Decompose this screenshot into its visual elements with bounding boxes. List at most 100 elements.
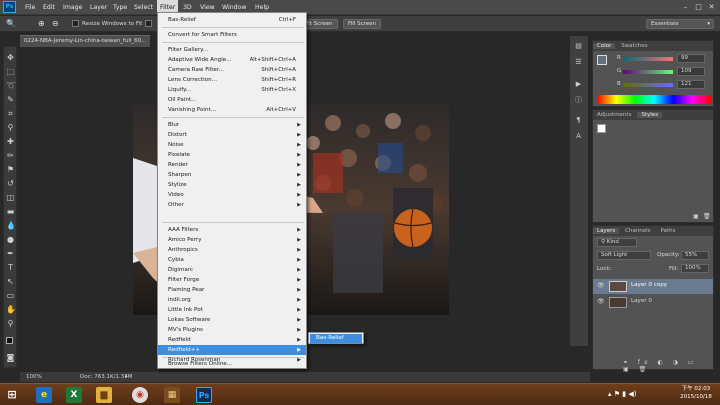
submenu-item-bas-relief[interactable]: Bas-Relief [310,334,362,343]
menu-item-noise[interactable]: Noise ▶ [158,140,306,150]
file-explorer-icon[interactable]: ▆ [96,387,112,403]
menu-item-distort[interactable]: Distort ▶ [158,130,306,140]
new-style-icon[interactable]: ▣ [693,213,699,220]
foreground-color-chip[interactable] [597,55,607,65]
dodge-tool-icon[interactable]: ● [6,235,15,244]
eraser-tool-icon[interactable]: ◫ [6,193,15,202]
status-arrow-icon[interactable]: ▸ [125,372,128,382]
menu-item-redfield[interactable]: Redfield ▶ [158,335,306,345]
system-clock[interactable]: 下午 02:03 2015/10/18 [676,385,716,403]
menu-layer[interactable]: Layer [87,0,110,15]
marquee-tool-icon[interactable]: ⬚ [6,67,15,76]
menu-item-little-ink-pot[interactable]: Little Ink Pot ▶ [158,305,306,315]
lasso-tool-icon[interactable]: ➰ [6,81,16,90]
menu-item-indii-org[interactable]: indii.org ▶ [158,295,306,305]
menu-item-oil-paint[interactable]: Oil Paint... [158,95,306,105]
history-brush-tool-icon[interactable]: ↺ [6,179,15,188]
ie-icon[interactable]: e [36,387,52,403]
menu-item-redfield[interactable]: Redfield++ ▶ [158,345,306,355]
minimize-icon[interactable]: – [680,2,691,12]
style-swatch-none[interactable] [597,124,606,133]
menu-item-convert-smart-filters[interactable]: Convert for Smart Filters [158,30,306,40]
menu-item-cybia[interactable]: Cybia ▶ [158,255,306,265]
document-tab[interactable]: 0224-NBA-Jeremy-Lin-china-taiwan_full_60… [20,35,150,47]
blur-tool-icon[interactable]: 💧 [6,221,16,230]
resize-windows-checkbox[interactable] [72,20,79,27]
menu-item-mv-s-plugins[interactable]: MV's Plugins ▶ [158,325,306,335]
r-slider[interactable] [623,57,673,61]
menu-item-lokas-software[interactable]: Lokas Software ▶ [158,315,306,325]
properties-icon[interactable]: ☰ [574,58,583,67]
zoom-in-icon[interactable]: ⊕ [38,19,45,28]
paragraph-icon[interactable]: ¶ [574,116,583,125]
blend-mode-select[interactable]: Soft Light [597,251,651,260]
history-icon[interactable]: ▤ [574,42,583,51]
menu-select[interactable]: Select [131,0,156,15]
menu-item-lens-correction[interactable]: Lens Correction... Shift+Ctrl+R [158,75,306,85]
type-tool-icon[interactable]: T [6,263,15,272]
layer-row[interactable]: 👁 Layer 0 [593,295,713,310]
menu-edit[interactable]: Edit [40,0,58,15]
menu-item-sharpen[interactable]: Sharpen ▶ [158,170,306,180]
b-value[interactable]: 121 [677,80,705,89]
zoom-level[interactable]: 100% [26,372,42,382]
filter-kind-select[interactable]: ⚲ Kind [597,238,637,247]
tab-styles[interactable]: Styles [637,112,663,118]
menu-item-render[interactable]: Render ▶ [158,160,306,170]
chrome-icon[interactable]: ◉ [132,387,148,403]
menu-image[interactable]: Image [60,0,85,15]
app-icon[interactable]: ▦ [164,387,180,403]
quick-mask-icon[interactable]: ◙ [6,353,15,362]
zoom-all-checkbox[interactable] [145,20,152,27]
menu-item-digimarc[interactable]: Digimarc ▶ [158,265,306,275]
foreground-color-swatch[interactable] [6,337,13,344]
start-icon[interactable]: ⊞ [4,387,20,403]
tab-channels[interactable]: Channels [621,228,654,234]
menu-item-amico-perry[interactable]: Amico Perry ▶ [158,235,306,245]
character-icon[interactable]: A [574,132,583,141]
menu-item-video[interactable]: Video ▶ [158,190,306,200]
menu-type[interactable]: Type [110,0,130,15]
gradient-tool-icon[interactable]: ▬ [6,207,15,216]
menu-item-adaptive-wide-angle[interactable]: Adaptive Wide Angle... Alt+Shift+Ctrl+A [158,55,306,65]
excel-icon[interactable]: X [66,387,82,403]
fill-input[interactable]: 100% [681,264,709,273]
healing-brush-tool-icon[interactable]: ✚ [6,137,15,146]
r-value[interactable]: 99 [677,54,705,63]
move-tool-icon[interactable]: ✥ [6,53,15,62]
tab-swatches[interactable]: Swatches [617,43,651,49]
eyedropper-tool-icon[interactable]: ⚲ [6,123,15,132]
menu-file[interactable]: File [22,0,38,15]
menu-item-anthropics[interactable]: Anthropics ▶ [158,245,306,255]
menu-item-vanishing-point[interactable]: Vanishing Point... Alt+Ctrl+V [158,105,306,115]
menu-item-pixelate[interactable]: Pixelate ▶ [158,150,306,160]
brush-tool-icon[interactable]: ✏ [6,151,15,160]
zoom-out-icon[interactable]: ⊖ [52,19,59,28]
menu-item-filter-forge[interactable]: Filter Forge ▶ [158,275,306,285]
menu-item-aaa-filters[interactable]: AAA Filters ▶ [158,225,306,235]
color-spectrum-ramp[interactable] [597,95,711,104]
pen-tool-icon[interactable]: ✒ [6,249,15,258]
maximize-icon[interactable]: □ [693,2,704,12]
menu-item-liquify[interactable]: Liquify... Shift+Ctrl+X [158,85,306,95]
clone-stamp-tool-icon[interactable]: ⚑ [6,165,15,174]
layer-row-selected[interactable]: 👁 Layer 0 copy [593,279,713,294]
menu-item-camera-raw-filter[interactable]: Camera Raw Filter... Shift+Ctrl+A [158,65,306,75]
layer-actions-icons[interactable]: ⚭ fx ◐ ◑ ▭ ▣ 🗑 [623,359,713,373]
opacity-input[interactable]: 55% [681,251,709,260]
info-icon[interactable]: ⓘ [574,96,583,105]
menu-item-other[interactable]: Other ▶ [158,200,306,210]
close-icon[interactable]: ✕ [706,2,717,12]
tab-layers[interactable]: Layers [593,228,620,234]
rectangle-tool-icon[interactable]: ▭ [6,291,15,300]
path-select-tool-icon[interactable]: ↖ [6,277,15,286]
tab-color[interactable]: Color [593,43,616,49]
g-value[interactable]: 109 [677,67,705,76]
workspace-select[interactable]: Essentials ▾ [646,19,714,29]
b-slider[interactable] [623,83,673,87]
menu-item-filter-gallery[interactable]: Filter Gallery... [158,45,306,55]
menu-item-stylize[interactable]: Stylize ▶ [158,180,306,190]
menu-item-last-filter[interactable]: Bas-Relief Ctrl+F [158,15,306,25]
g-slider[interactable] [623,70,673,74]
photoshop-taskbar-icon[interactable]: Ps [196,387,212,403]
